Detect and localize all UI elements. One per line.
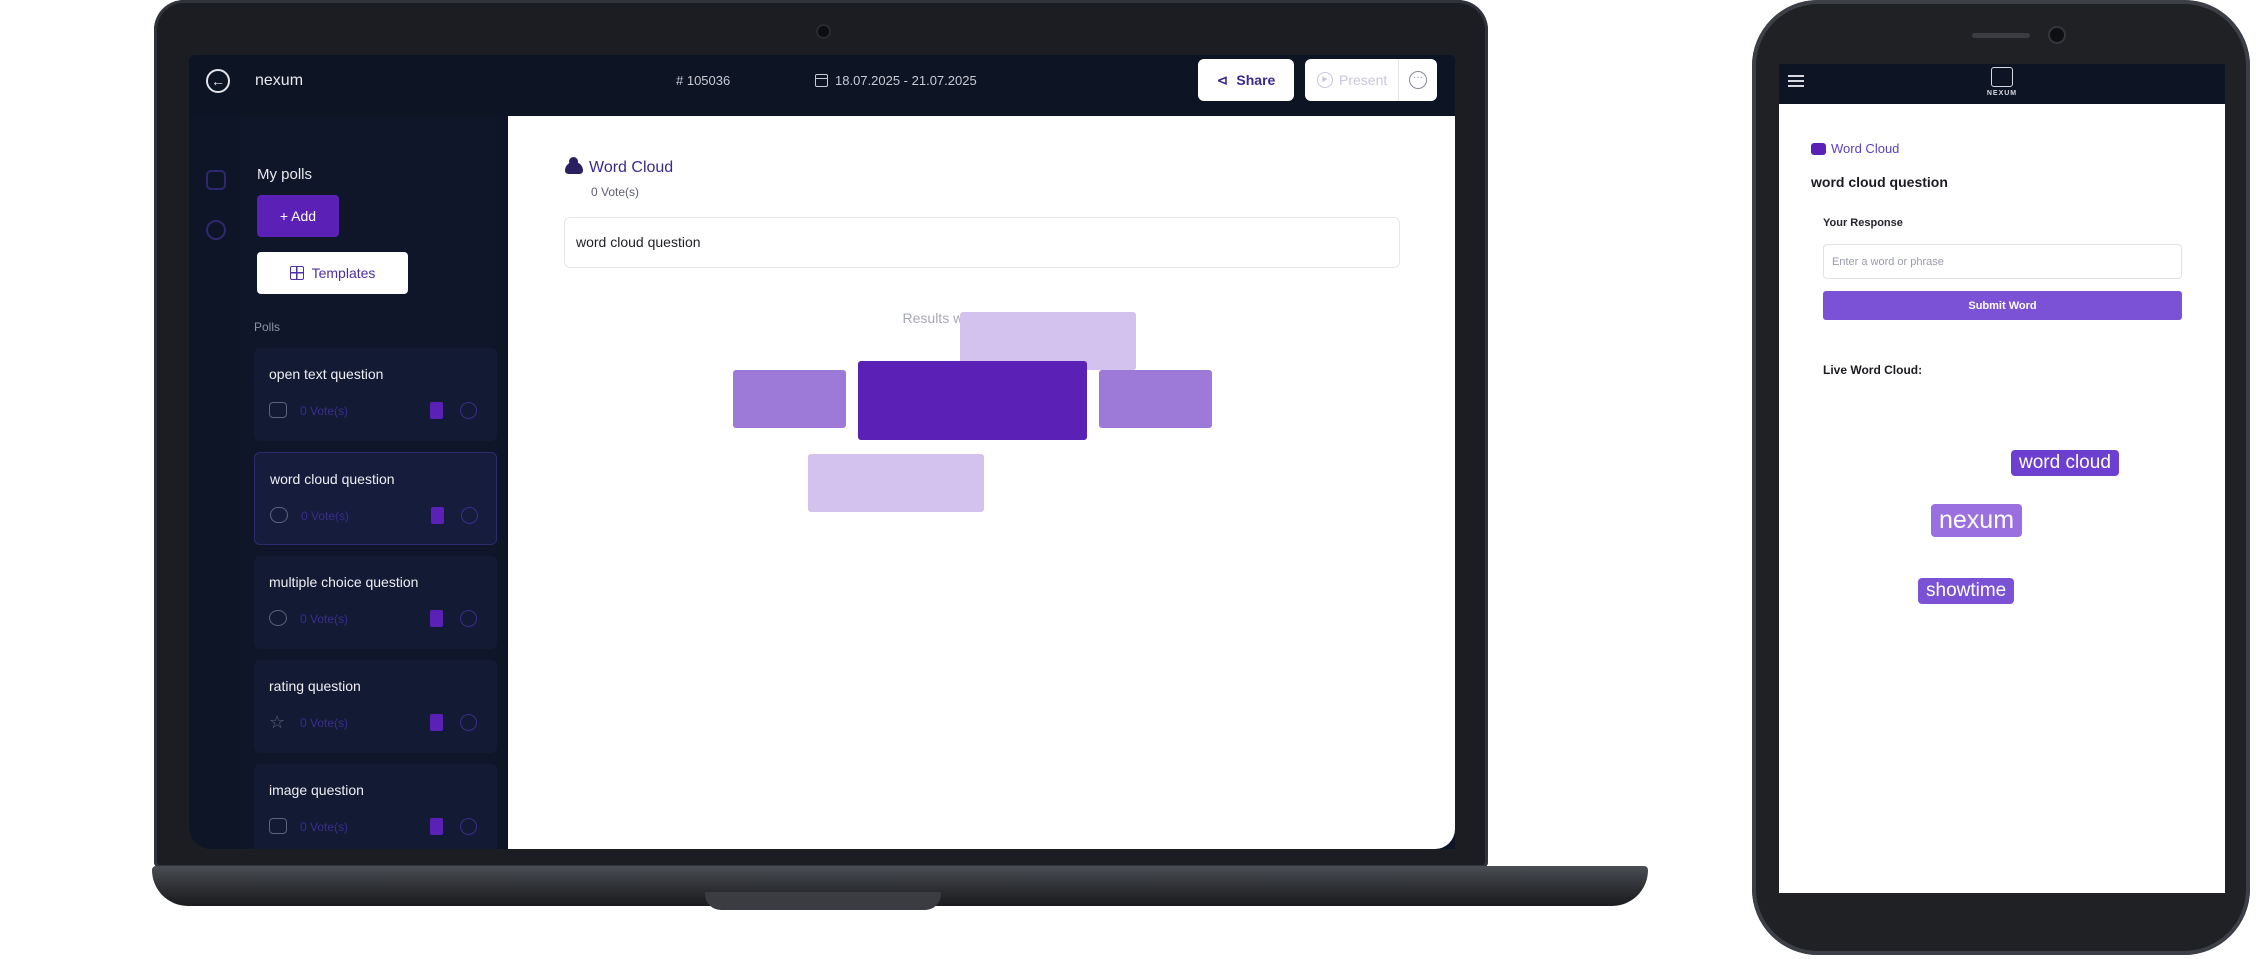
analytics-pie-icon[interactable] bbox=[206, 220, 226, 240]
device-mockup-stage: ← nexum # 105036 18.07.2025 - 21.07.2025… bbox=[0, 0, 2256, 959]
poll-item[interactable]: open text question 0 Vote(s) bbox=[254, 348, 497, 441]
trash-icon[interactable] bbox=[430, 610, 443, 627]
word-cloud-placeholder-block bbox=[1099, 370, 1212, 428]
phone-screen: NEXUM Word Cloud word cloud question You… bbox=[1779, 64, 2225, 893]
question-field[interactable]: word cloud question bbox=[564, 217, 1400, 268]
poll-type-tag: Word Cloud bbox=[1811, 141, 1899, 156]
share-label: Share bbox=[1236, 72, 1276, 88]
share-icon: ⊲ bbox=[1216, 71, 1229, 88]
trash-icon[interactable] bbox=[431, 507, 444, 524]
sidebar-title: My polls bbox=[257, 166, 313, 183]
word-cloud-word: nexum bbox=[1931, 504, 2023, 537]
present-button[interactable]: ▶ Present bbox=[1305, 59, 1399, 101]
laptop-screen: ← nexum # 105036 18.07.2025 - 21.07.2025… bbox=[189, 55, 1455, 849]
polls-grid-icon[interactable] bbox=[206, 170, 226, 190]
laptop-notch bbox=[705, 892, 941, 910]
poll-type-header: Word Cloud bbox=[565, 157, 674, 177]
image-icon bbox=[269, 818, 287, 834]
calendar-icon bbox=[815, 74, 828, 87]
phone-speaker bbox=[1972, 33, 2030, 38]
play-circle-icon: ▶ bbox=[1317, 72, 1333, 88]
trash-icon[interactable] bbox=[430, 818, 443, 835]
poll-item[interactable]: multiple choice question 0 Vote(s) bbox=[254, 556, 497, 649]
response-input[interactable] bbox=[1823, 244, 2182, 279]
present-label: Present bbox=[1339, 72, 1388, 88]
laptop-camera bbox=[818, 26, 829, 37]
cloud-icon bbox=[270, 507, 288, 523]
poll-name: word cloud question bbox=[270, 471, 395, 487]
cloud-icon bbox=[565, 157, 583, 174]
date-range-text: 18.07.2025 - 21.07.2025 bbox=[835, 73, 977, 88]
poll-item[interactable]: image question 0 Vote(s) bbox=[254, 764, 497, 849]
poll-item-active[interactable]: word cloud question 0 Vote(s) bbox=[254, 452, 497, 545]
play-icon[interactable] bbox=[461, 507, 478, 524]
play-icon[interactable] bbox=[460, 610, 477, 627]
back-arrow-icon[interactable]: ← bbox=[206, 69, 230, 93]
top-bar: ← nexum # 105036 18.07.2025 - 21.07.2025… bbox=[189, 55, 1455, 116]
templates-button[interactable]: Templates bbox=[257, 252, 408, 294]
polls-sidebar: My polls + Add Templates Polls open text… bbox=[241, 116, 497, 849]
poll-votes: 0 Vote(s) bbox=[300, 820, 349, 834]
live-word-cloud-label: Live Word Cloud: bbox=[1823, 363, 1923, 377]
phone-top-bar: NEXUM bbox=[1779, 64, 2225, 104]
word-cloud-placeholder-block bbox=[858, 361, 1087, 440]
poll-detail-panel: Word Cloud 0 Vote(s) word cloud question… bbox=[508, 116, 1455, 849]
star-icon: ☆ bbox=[269, 712, 286, 732]
poll-votes: 0 Vote(s) bbox=[300, 716, 349, 730]
poll-votes: 0 Vote(s) bbox=[301, 509, 350, 523]
message-icon bbox=[269, 402, 287, 418]
hamburger-menu-icon[interactable] bbox=[1788, 75, 1804, 87]
date-range: 18.07.2025 - 21.07.2025 bbox=[815, 73, 977, 88]
play-icon[interactable] bbox=[460, 714, 477, 731]
poll-item[interactable]: rating question ☆ 0 Vote(s) bbox=[254, 660, 497, 753]
poll-votes: 0 Vote(s) bbox=[300, 612, 349, 626]
app-name: nexum bbox=[255, 72, 304, 89]
poll-votes: 0 Vote(s) bbox=[300, 404, 349, 418]
word-cloud-word: word cloud bbox=[2011, 450, 2119, 476]
more-dots-icon: ··· bbox=[1409, 71, 1427, 89]
word-cloud-word: showtime bbox=[1918, 578, 2015, 604]
submit-word-button[interactable]: Submit Word bbox=[1823, 291, 2182, 320]
poll-name: rating question bbox=[269, 678, 361, 694]
phone-camera bbox=[2050, 28, 2064, 42]
polls-section-label: Polls bbox=[254, 320, 281, 334]
choice-icon bbox=[269, 610, 287, 626]
share-button[interactable]: ⊲ Share bbox=[1198, 59, 1294, 101]
poll-name: image question bbox=[269, 782, 364, 798]
poll-type-title: Word Cloud bbox=[589, 159, 674, 176]
poll-list: open text question 0 Vote(s) word cloud … bbox=[254, 348, 497, 849]
play-icon[interactable] bbox=[460, 818, 477, 835]
play-icon[interactable] bbox=[460, 402, 477, 419]
word-cloud-placeholder-block bbox=[733, 370, 846, 428]
present-button-group: ▶ Present ··· bbox=[1305, 59, 1437, 101]
chat-bubble-icon bbox=[1811, 142, 1826, 155]
response-label: Your Response bbox=[1823, 217, 1903, 229]
session-id: # 105036 bbox=[676, 73, 731, 88]
trash-icon[interactable] bbox=[430, 714, 443, 731]
word-cloud-placeholder-block bbox=[808, 454, 984, 512]
templates-label: Templates bbox=[311, 265, 376, 281]
poll-name: multiple choice question bbox=[269, 574, 419, 590]
more-options-button[interactable]: ··· bbox=[1399, 71, 1437, 89]
nexum-logo-icon bbox=[1991, 67, 2013, 87]
add-poll-button[interactable]: + Add bbox=[257, 195, 339, 237]
poll-name: open text question bbox=[269, 366, 384, 382]
question-title: word cloud question bbox=[1811, 174, 1948, 190]
poll-vote-count: 0 Vote(s) bbox=[591, 185, 640, 199]
logo-text: NEXUM bbox=[1986, 90, 2018, 97]
templates-grid-icon bbox=[289, 266, 304, 280]
trash-icon[interactable] bbox=[430, 402, 443, 419]
poll-type-label: Word Cloud bbox=[1831, 141, 1900, 156]
